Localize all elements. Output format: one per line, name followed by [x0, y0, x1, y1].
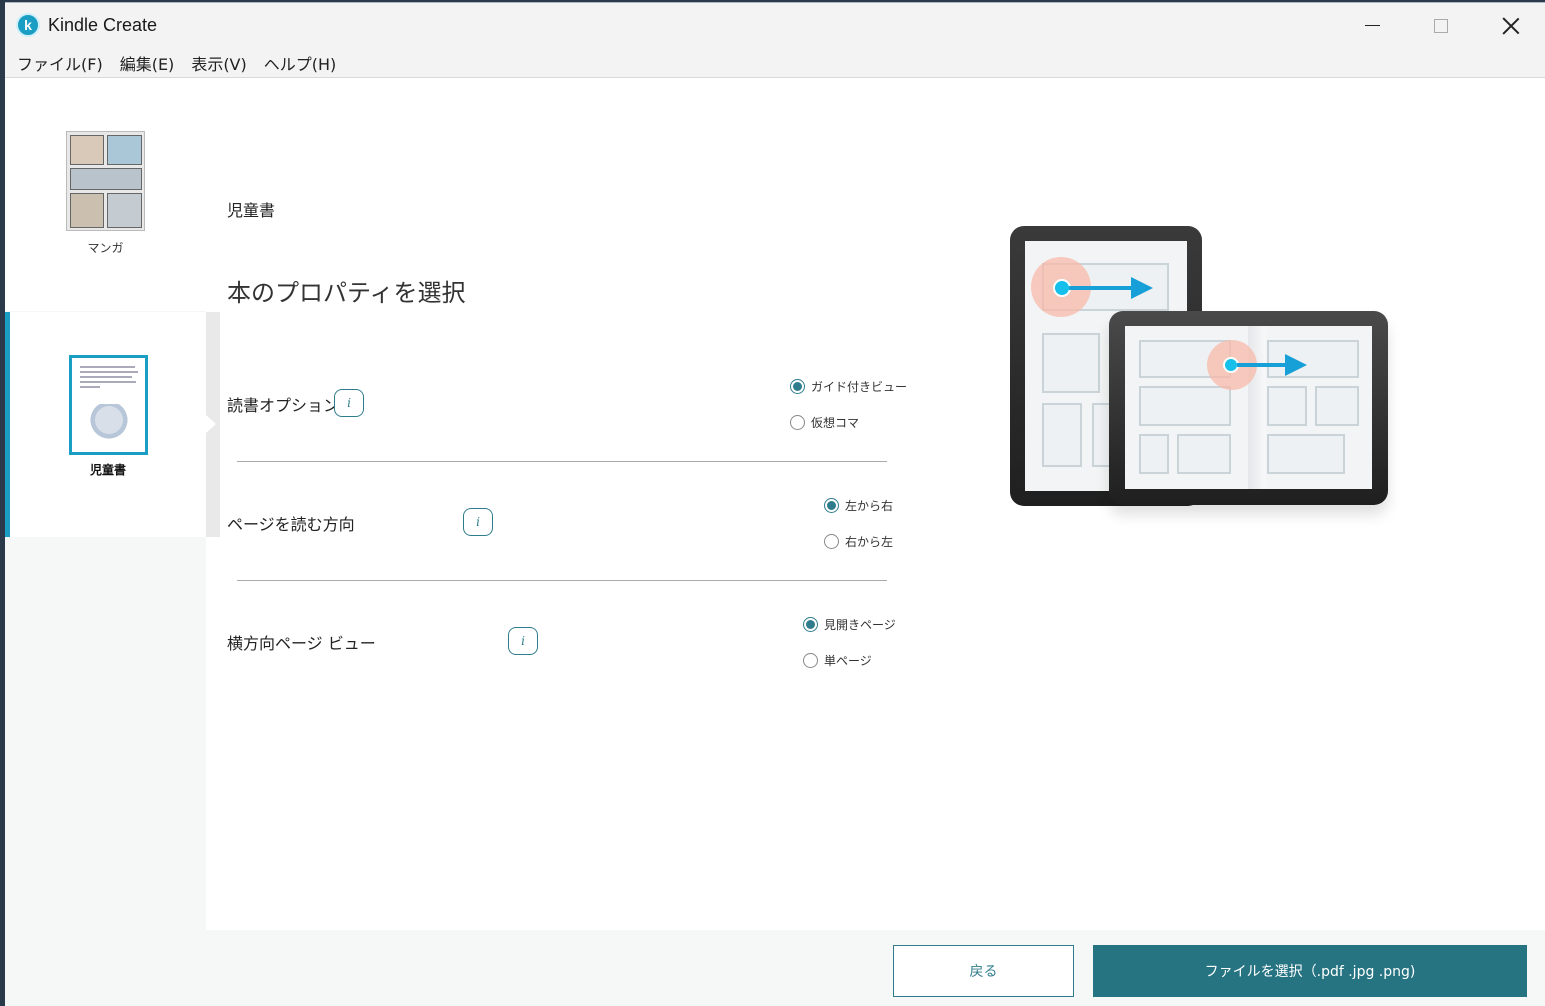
landscape-tablet-image	[1109, 311, 1388, 505]
maximize-icon	[1434, 18, 1448, 33]
radio-label: 右から左	[845, 535, 894, 549]
reading-option-info-button[interactable]: i	[334, 389, 364, 417]
minimize-button[interactable]	[1338, 3, 1406, 48]
menu-help[interactable]: ヘルプ(H)	[264, 51, 337, 75]
landscape-view-label: 横方向ページ ビュー	[227, 634, 376, 653]
radio-virtual-panels[interactable]: 仮想コマ	[790, 414, 859, 431]
sidebar-item-label: マンガ	[87, 241, 124, 255]
radio-right-to-left[interactable]: 右から左	[824, 533, 893, 550]
sidebar-item-label: 児童書	[89, 463, 126, 477]
menu-file[interactable]: ファイル(F)	[17, 51, 103, 75]
back-button[interactable]: 戻る	[893, 945, 1074, 997]
page-direction-label: ページを読む方向	[227, 515, 355, 534]
radio-label: 見開きページ	[824, 618, 896, 632]
title-bar: k Kindle Create	[5, 3, 1545, 48]
bunny-illustration	[89, 404, 128, 444]
radio-guided-view[interactable]: ガイド付きビュー	[790, 378, 907, 395]
radio-indicator	[803, 653, 818, 668]
sidebar-item-manga[interactable]: マンガ	[5, 86, 206, 311]
category-heading: 児童書	[227, 201, 276, 220]
reading-option-label: 読書オプション	[227, 396, 340, 415]
app-window: k Kindle Create ファイル(F) 編集(E) 表示(V) ヘルプ(…	[5, 2, 1545, 1006]
landscape-view-info-button[interactable]: i	[508, 627, 538, 655]
select-file-button[interactable]: ファイルを選択（.pdf .jpg .png)	[1093, 945, 1527, 997]
window-title: Kindle Create	[48, 15, 158, 35]
menu-bar: ファイル(F) 編集(E) 表示(V) ヘルプ(H)	[5, 48, 1545, 78]
radio-label: 単ページ	[824, 654, 872, 668]
close-button[interactable]	[1477, 3, 1545, 48]
book-type-sidebar: マンガ 児童書	[5, 86, 206, 1006]
page-direction-row: ページを読む方向 i 左から右 右から左	[227, 498, 893, 549]
divider	[237, 580, 887, 581]
tablet-illustration	[995, 223, 1425, 523]
divider	[237, 461, 887, 462]
selection-pointer-arrow	[206, 415, 216, 433]
radio-single-page[interactable]: 単ページ	[803, 652, 872, 669]
manga-thumbnail	[66, 131, 145, 231]
menu-view[interactable]: 表示(V)	[191, 51, 246, 75]
sidebar-item-childrens-book[interactable]: 児童書	[5, 312, 206, 537]
radio-label: 左から右	[845, 499, 894, 513]
kindle-logo-icon: k	[16, 13, 40, 37]
radio-indicator	[824, 534, 839, 549]
maximize-button[interactable]	[1407, 3, 1475, 48]
landscape-view-row: 横方向ページ ビュー i 見開きページ 単ページ	[227, 617, 896, 669]
reading-option-row: 読書オプション i ガイド付きビュー 仮想コマ	[227, 379, 907, 431]
page-title: 本のプロパティを選択	[227, 279, 466, 307]
radio-indicator	[790, 415, 805, 430]
page-direction-info-button[interactable]: i	[463, 508, 493, 536]
radio-indicator	[803, 617, 818, 632]
radio-spread-pages[interactable]: 見開きページ	[803, 616, 896, 633]
radio-indicator	[790, 379, 805, 394]
menu-edit[interactable]: 編集(E)	[120, 51, 175, 75]
radio-label: 仮想コマ	[811, 416, 860, 430]
radio-left-to-right[interactable]: 左から右	[824, 497, 893, 514]
close-icon	[1502, 17, 1520, 35]
radio-label: ガイド付きビュー	[811, 380, 908, 394]
childrens-book-thumbnail	[68, 355, 148, 455]
radio-indicator	[824, 498, 839, 513]
minimize-icon	[1364, 25, 1380, 26]
